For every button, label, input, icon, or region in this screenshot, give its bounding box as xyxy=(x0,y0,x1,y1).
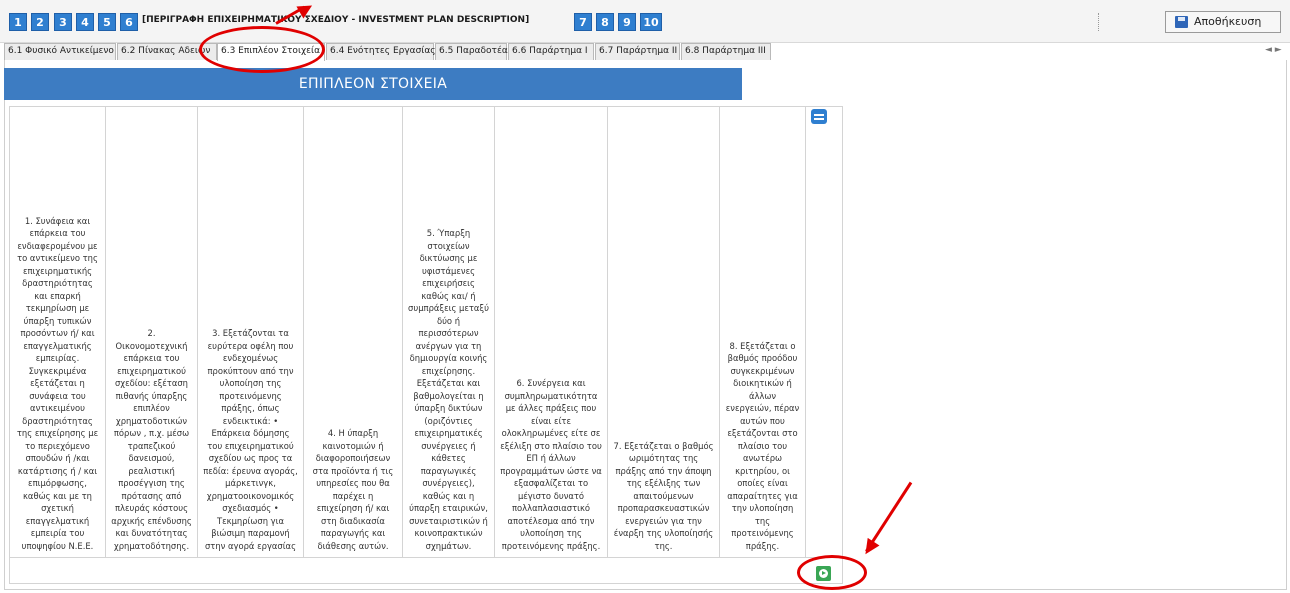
step-2-button[interactable]: 2 xyxy=(31,13,49,31)
step-10-button[interactable]: 10 xyxy=(640,13,662,31)
criteria-text-1: 1. Συνάφεια και επάρκεια του ενδιαφερομέ… xyxy=(16,215,99,551)
criteria-text-8: 8. Εξετάζεται ο βαθμός προόδου συγκεκριμ… xyxy=(725,340,800,551)
criteria-text-3: 3. Εξετάζονται τα ευρύτερα οφέλη που ενδ… xyxy=(203,328,298,551)
tab-6-6[interactable]: 6.6 Παράρτημα I xyxy=(508,43,594,60)
annotation-circle-add xyxy=(797,555,867,590)
tab-6-4[interactable]: 6.4 Ενότητες Εργασίας xyxy=(326,43,436,60)
grid-footer xyxy=(9,558,843,584)
save-button-label: Αποθήκευση xyxy=(1194,15,1262,28)
criteria-cell: 5. Ύπαρξη στοιχείων δικτύωσης με υφιστάμ… xyxy=(403,107,495,557)
criteria-cell: 8. Εξετάζεται ο βαθμός προόδου συγκεκριμ… xyxy=(720,107,806,557)
step-7-button[interactable]: 7 xyxy=(574,13,592,31)
wizard-toolbar: 1 2 3 4 5 6 [ΠΕΡΙΓΡΑΦΗ ΕΠΙΧΕΙΡΗΜΑΤΙΚΟΥ Σ… xyxy=(0,0,1290,43)
step-9-button[interactable]: 9 xyxy=(618,13,636,31)
tab-6-5[interactable]: 6.5 Παραδοτέα xyxy=(435,43,508,60)
tab-6-1[interactable]: 6.1 Φυσικό Αντικείμενο xyxy=(4,43,116,60)
tab-6-8[interactable]: 6.8 Παράρτημα III xyxy=(681,43,771,60)
tab-6-7[interactable]: 6.7 Παράρτημα II xyxy=(595,43,680,60)
criteria-cell: 2. Οικονομοτεχνική επάρκεια του επιχειρη… xyxy=(106,107,198,557)
criteria-text-2: 2. Οικονομοτεχνική επάρκεια του επιχειρη… xyxy=(111,328,192,551)
criteria-cell: 4. Η ύπαρξη καινοτομιών ή διαφοροποιήσεω… xyxy=(304,107,403,557)
section-header: ΕΠΙΠΛΕΟΝ ΣΤΟΙΧΕΙΑ xyxy=(4,68,742,100)
toolbar-divider xyxy=(1098,13,1100,31)
step-5-button[interactable]: 5 xyxy=(98,13,116,31)
criteria-cell: 7. Εξετάζεται ο βαθμός ωριμότητας της πρ… xyxy=(608,107,720,557)
tab-scroll-arrows[interactable]: ◄ ► xyxy=(1265,45,1282,55)
step-6-button[interactable]: 6 xyxy=(120,13,138,31)
criteria-cell: 6. Συνέργεια και συμπληρωματικότητα με ά… xyxy=(495,107,608,557)
actions-cell xyxy=(806,107,842,557)
criteria-cell: 1. Συνάφεια και επάρκεια του ενδιαφερομέ… xyxy=(10,107,106,557)
criteria-text-6: 6. Συνέργεια και συμπληρωματικότητα με ά… xyxy=(500,378,602,551)
criteria-text-5: 5. Ύπαρξη στοιχείων δικτύωσης με υφιστάμ… xyxy=(408,228,489,551)
step-1-button[interactable]: 1 xyxy=(9,13,27,31)
edit-row-icon[interactable] xyxy=(811,109,827,124)
step-4-button[interactable]: 4 xyxy=(76,13,94,31)
floppy-disk-icon xyxy=(1175,16,1188,28)
criteria-cell: 3. Εξετάζονται τα ευρύτερα οφέλη που ενδ… xyxy=(198,107,304,557)
criteria-text-4: 4. Η ύπαρξη καινοτομιών ή διαφοροποιήσεω… xyxy=(312,428,394,551)
save-button[interactable]: Αποθήκευση xyxy=(1165,11,1281,33)
annotation-circle-tab xyxy=(199,26,325,73)
criteria-grid: 1. Συνάφεια και επάρκεια του ενδιαφερομέ… xyxy=(9,106,843,558)
step-6-title: [ΠΕΡΙΓΡΑΦΗ ΕΠΙΧΕΙΡΗΜΑΤΙΚΟΥ ΣΧΕΔΙΟΥ - INV… xyxy=(142,15,530,25)
criteria-text-7: 7. Εξετάζεται ο βαθμός ωριμότητας της πρ… xyxy=(613,440,714,551)
step-3-button[interactable]: 3 xyxy=(54,13,72,31)
step-8-button[interactable]: 8 xyxy=(596,13,614,31)
